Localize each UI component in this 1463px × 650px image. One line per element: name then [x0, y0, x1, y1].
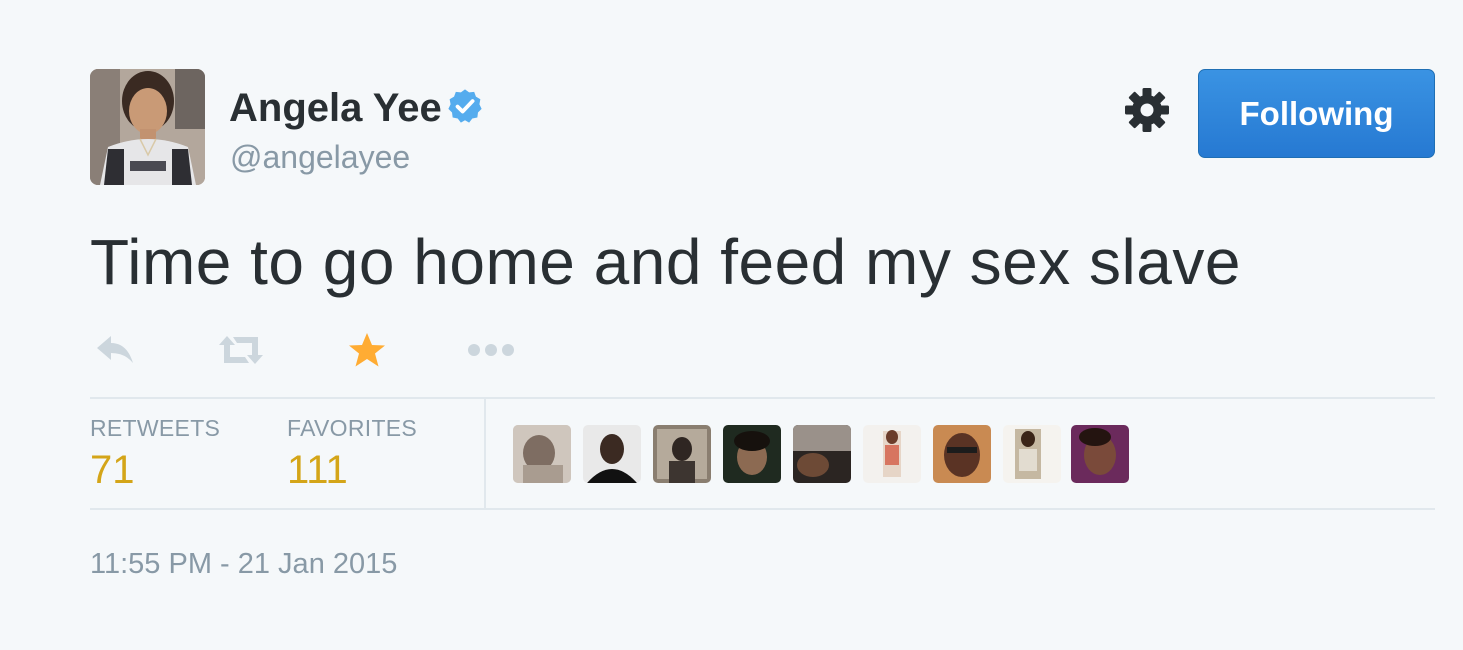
stats-top-divider — [90, 397, 1435, 399]
user-avatar[interactable] — [90, 69, 205, 185]
reply-icon[interactable] — [90, 326, 140, 374]
favoriter-avatar[interactable] — [863, 425, 921, 483]
favoriter-avatar[interactable] — [793, 425, 851, 483]
retweet-icon[interactable] — [214, 326, 268, 374]
verified-badge-icon — [448, 89, 482, 123]
gear-icon[interactable] — [1124, 87, 1170, 133]
stats-vertical-divider — [484, 398, 486, 509]
retweets-label: RETWEETS — [90, 415, 221, 441]
favoriter-avatar[interactable] — [513, 425, 571, 483]
favoriter-avatar[interactable] — [583, 425, 641, 483]
tweet-text: Time to go home and feed my sex slave — [90, 226, 1241, 298]
user-name[interactable]: Angela Yee — [229, 84, 484, 132]
following-button[interactable]: Following — [1198, 69, 1435, 158]
stats-bottom-divider — [90, 508, 1435, 510]
star-icon[interactable] — [342, 326, 392, 374]
more-icon[interactable] — [464, 326, 518, 374]
tweet-card: Angela Yee @angelayee Following Time to … — [0, 0, 1463, 650]
favoriter-avatar[interactable] — [1003, 425, 1061, 483]
retweets-count: 71 — [90, 448, 135, 492]
tweet-timestamp[interactable]: 11:55 PM - 21 Jan 2015 — [90, 546, 397, 582]
following-button-label: Following — [1239, 94, 1394, 132]
user-name-text[interactable]: Angela Yee — [229, 86, 442, 130]
favoriter-avatar[interactable] — [1071, 425, 1129, 483]
favorites-label: FAVORITES — [287, 415, 418, 441]
retweets-stat[interactable]: RETWEETS 71 — [90, 414, 220, 494]
favoriter-avatar[interactable] — [723, 425, 781, 483]
favoriter-avatar[interactable] — [933, 425, 991, 483]
favorites-stat[interactable]: FAVORITES 111 — [287, 414, 417, 494]
favorites-count: 111 — [287, 448, 348, 492]
user-handle[interactable]: @angelayee — [230, 137, 410, 177]
favoriter-avatar[interactable] — [653, 425, 711, 483]
